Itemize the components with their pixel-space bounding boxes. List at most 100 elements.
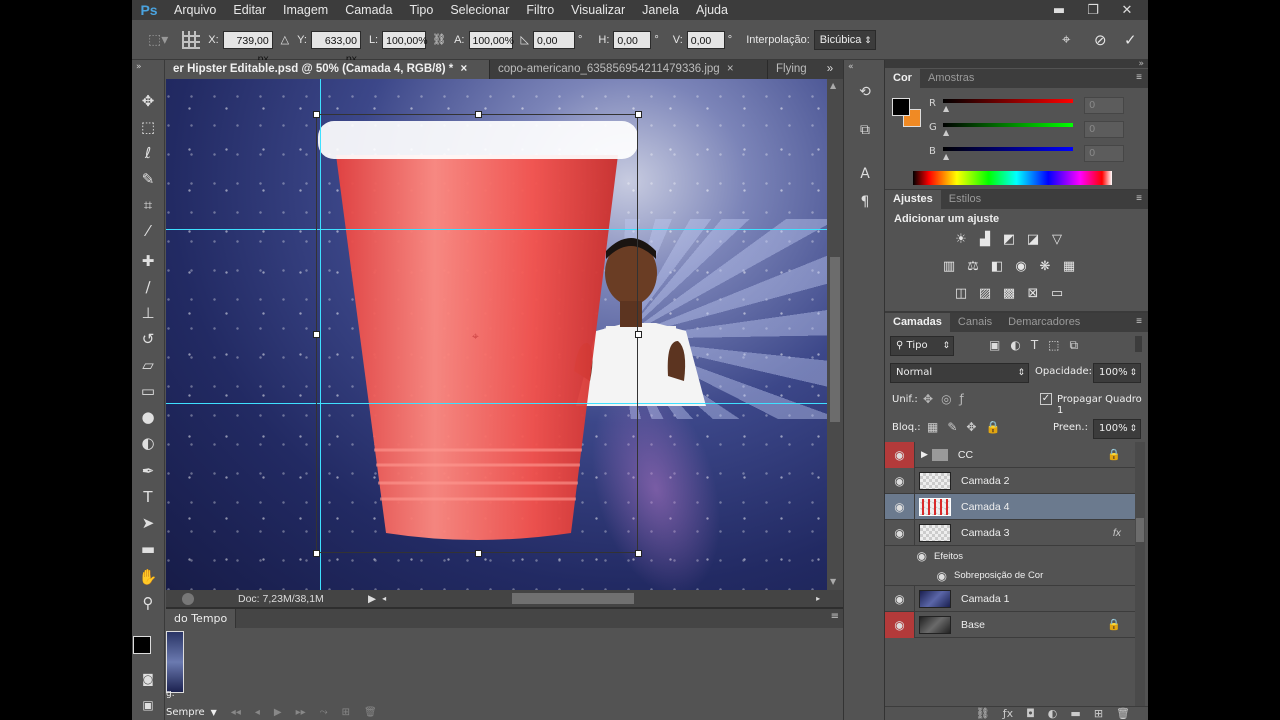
photo-filter-icon[interactable]: ◉ [1012, 259, 1030, 275]
quick-select-tool-icon[interactable]: ✎ [136, 168, 160, 190]
dodge-tool-icon[interactable]: ◐ [136, 432, 160, 454]
layers-scrollbar[interactable] [1135, 442, 1145, 707]
commit-transform-icon[interactable]: ✓ [1124, 31, 1137, 49]
screen-mode-icon[interactable]: ▣ [136, 694, 160, 716]
curves-icon[interactable]: ◩ [1000, 232, 1018, 248]
shape-tool-icon[interactable]: ▬ [136, 538, 160, 560]
transform-handle[interactable] [635, 111, 642, 118]
menu-visualizar[interactable]: Visualizar [571, 3, 625, 17]
restore-button[interactable]: ❐ [1076, 0, 1110, 20]
color-spectrum-ramp[interactable] [913, 171, 1112, 185]
unify-style-icon[interactable]: ƒ [960, 392, 964, 406]
foreground-color-chip[interactable] [892, 98, 910, 116]
menu-editar[interactable]: Editar [233, 3, 266, 17]
effect-eye-icon[interactable]: ◉ [885, 566, 951, 586]
adjustments-panel-menu-icon[interactable]: ≡ [1136, 193, 1142, 204]
character-panel-icon[interactable]: A [855, 166, 875, 186]
y-field[interactable]: 633,00 px [310, 30, 361, 65]
next-frame-icon[interactable]: ▸▸ [296, 707, 306, 718]
menu-janela[interactable]: Janela [642, 3, 679, 17]
hscroll-right-icon[interactable]: ▸ [816, 594, 820, 603]
quick-mask-icon[interactable]: ◙ [136, 668, 160, 690]
transform-handle[interactable] [635, 550, 642, 557]
tab-document-copo[interactable]: copo-americano_635856954211479336.jpg × [490, 60, 768, 79]
toolbox-collapse-icon[interactable]: » [136, 62, 142, 72]
tab-canais[interactable]: Canais [950, 313, 1000, 332]
posterize-icon[interactable]: ▨ [976, 286, 994, 302]
channel-mixer-icon[interactable]: ❋ [1036, 259, 1054, 275]
channel-r-slider[interactable] [943, 99, 1073, 103]
horizontal-scroll-thumb[interactable] [512, 593, 635, 604]
lasso-tool-icon[interactable]: ℓ [136, 142, 160, 164]
filter-type-icon[interactable]: T [1031, 338, 1038, 353]
warp-icon[interactable]: ⌖ [1062, 31, 1070, 48]
height-field[interactable]: 100,00% [468, 30, 514, 49]
transform-tool-icon[interactable]: ⬚▾ [148, 31, 168, 48]
channel-r-value[interactable]: 0 [1084, 97, 1124, 114]
play-icon[interactable]: ▶ [274, 707, 282, 718]
minimize-button[interactable]: ▬ [1042, 0, 1076, 20]
healing-tool-icon[interactable]: ✚ [136, 250, 160, 272]
panels-collapse-icon[interactable]: » [1138, 59, 1144, 69]
fx-badge[interactable]: fx [1113, 527, 1121, 539]
filter-adjustment-icon[interactable]: ◐ [1010, 338, 1020, 353]
tab-ajustes[interactable]: Ajustes [885, 190, 941, 209]
menu-camada[interactable]: Camada [345, 3, 392, 17]
layer-row-camada-4[interactable]: ◉ Camada 4 [885, 493, 1135, 520]
layer-row-camada-2[interactable]: ◉ Camada 2 [885, 467, 1135, 494]
menu-arquivo[interactable]: Arquivo [174, 3, 216, 17]
effects-eye-icon[interactable]: ◉ [885, 546, 931, 566]
add-style-icon[interactable]: ƒx [1003, 707, 1013, 720]
threshold-icon[interactable]: ▩ [1000, 286, 1018, 302]
zoom-tool-icon[interactable]: ⚲ [136, 592, 160, 614]
interpolation-select[interactable]: Bicúbica [813, 29, 876, 50]
status-arrow-icon[interactable]: ▶ [368, 593, 376, 605]
tab-demarcadores[interactable]: Demarcadores [1000, 313, 1088, 332]
transform-handle[interactable] [313, 111, 320, 118]
transform-handle[interactable] [475, 111, 482, 118]
transform-handle[interactable] [313, 331, 320, 338]
slider-thumb-icon[interactable]: ▲ [943, 128, 949, 137]
tab-document-active[interactable]: er Hipster Editable.psd @ 50% (Camada 4,… [165, 60, 490, 79]
first-frame-icon[interactable]: ◂◂ [231, 707, 241, 718]
cancel-transform-icon[interactable]: ⊘ [1094, 31, 1107, 49]
close-window-button[interactable]: ✕ [1110, 0, 1144, 20]
invert-icon[interactable]: ◫ [952, 286, 970, 302]
timeline-menu-icon[interactable]: ≡ [831, 611, 839, 622]
timeline-frame-thumbnail[interactable] [166, 631, 184, 693]
path-select-tool-icon[interactable]: ➤ [136, 512, 160, 534]
filter-toggle-switch[interactable] [1135, 336, 1142, 352]
loop-select[interactable]: Sempre [166, 707, 205, 718]
menu-selecionar[interactable]: Selecionar [450, 3, 509, 17]
channel-g-value[interactable]: 0 [1084, 121, 1124, 138]
black-white-icon[interactable]: ◧ [988, 259, 1006, 275]
crop-tool-icon[interactable]: ⌗ [136, 194, 160, 216]
opacity-field[interactable]: 100% [1093, 363, 1141, 383]
visibility-eye-icon[interactable]: ◉ [885, 467, 915, 494]
tween-icon[interactable]: ⤳ [320, 707, 328, 718]
hand-tool-icon[interactable]: ✋ [136, 566, 160, 588]
exposure-icon[interactable]: ◪ [1024, 232, 1042, 248]
move-tool-icon[interactable]: ✥ [136, 90, 160, 112]
history-brush-tool-icon[interactable]: ↺ [136, 328, 160, 350]
status-info-icon[interactable] [182, 592, 194, 605]
eyedropper-tool-icon[interactable]: ⁄ [136, 220, 160, 242]
lock-position-icon[interactable]: ✥ [966, 420, 976, 434]
scroll-down-icon[interactable]: ▼ [830, 577, 836, 586]
selective-color-icon[interactable]: ⊠ [1024, 286, 1042, 302]
vertical-scrollbar[interactable]: ▲ ▼ [827, 79, 843, 590]
transform-handle[interactable] [313, 550, 320, 557]
tab-cor[interactable]: Cor [885, 69, 920, 88]
effect-row-color-overlay[interactable]: ◉ Sobreposição de Cor [885, 566, 1135, 586]
layer-row-cc[interactable]: ◉ ▶ CC 🔒 [885, 441, 1135, 468]
document-canvas[interactable]: ⌖ [166, 79, 827, 590]
hscroll-left-icon[interactable]: ◂ [382, 594, 386, 603]
brightness-contrast-icon[interactable]: ☀ [952, 232, 970, 248]
visibility-eye-icon[interactable]: ◉ [885, 611, 915, 638]
unify-visibility-icon[interactable]: ◎ [941, 392, 951, 406]
layers-panel-menu-icon[interactable]: ≡ [1136, 316, 1142, 327]
lock-transparent-icon[interactable]: ▦ [927, 420, 938, 434]
visibility-eye-icon[interactable]: ◉ [885, 493, 915, 520]
transform-handle[interactable] [635, 331, 642, 338]
lock-pixels-icon[interactable]: ✎ [947, 420, 957, 434]
